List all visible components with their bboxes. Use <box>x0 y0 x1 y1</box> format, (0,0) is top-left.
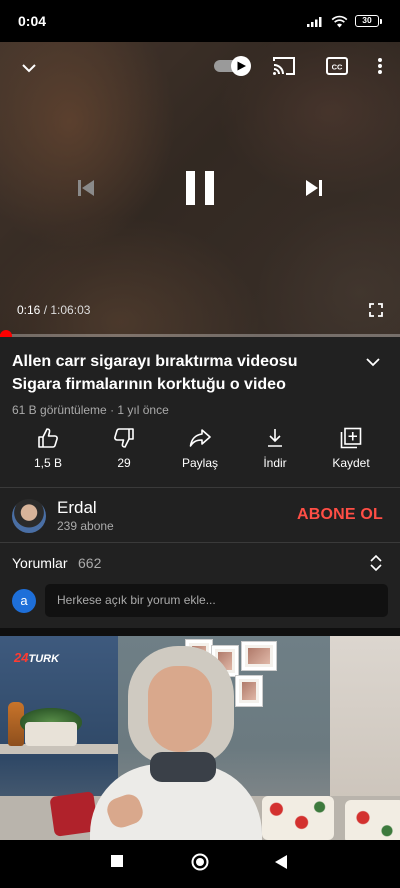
video-info-panel: Allen carr sigarayı bıraktırma videosu S… <box>0 337 400 487</box>
time-separator: / <box>40 303 51 317</box>
system-nav-bar <box>0 840 400 888</box>
next-icon[interactable] <box>300 174 328 202</box>
captions-icon[interactable]: CC <box>325 54 349 78</box>
user-avatar: a <box>12 589 36 613</box>
upload-age: 1 yıl önce <box>117 403 169 417</box>
thumbs-up-icon <box>38 428 58 448</box>
video-title[interactable]: Allen carr sigarayı bıraktırma videosu S… <box>12 350 347 396</box>
like-button[interactable]: 1,5 B <box>8 427 88 470</box>
subscribe-button[interactable]: ABONE OL <box>297 506 383 524</box>
view-count: 61 B görüntüleme <box>12 403 107 417</box>
download-icon <box>268 429 282 447</box>
current-time: 0:16 <box>17 303 41 317</box>
previous-icon <box>72 174 100 202</box>
minimize-chevron-icon[interactable] <box>16 55 42 81</box>
expand-description-icon[interactable] <box>365 354 381 375</box>
channel-avatar[interactable] <box>12 499 46 533</box>
expand-comments-icon[interactable] <box>369 554 383 577</box>
wifi-icon <box>331 15 348 27</box>
home-icon[interactable] <box>191 853 209 876</box>
autoplay-toggle[interactable] <box>213 54 253 78</box>
save-playlist-icon <box>340 427 362 449</box>
time-readout: 0:16 / 1:06:03 <box>17 303 90 317</box>
dislike-button[interactable]: 29 <box>84 427 164 470</box>
duration: 1:06:03 <box>50 303 91 317</box>
video-player[interactable]: CC 0:16 / 1:06:03 <box>0 42 400 337</box>
battery-icon: 30 <box>355 15 382 27</box>
comments-label: Yorumlar <box>12 555 68 571</box>
fullscreen-icon[interactable] <box>366 300 386 320</box>
pause-icon[interactable] <box>180 166 220 210</box>
recents-icon[interactable] <box>110 854 124 873</box>
status-icons: 30 <box>307 15 382 28</box>
thumbs-down-icon <box>114 428 134 448</box>
battery-level: 30 <box>355 15 379 27</box>
save-button[interactable]: Kaydet <box>311 427 391 470</box>
signal-icon <box>307 17 322 27</box>
share-icon <box>189 429 211 447</box>
status-bar: 0:04 30 <box>0 0 400 42</box>
share-button[interactable]: Paylaş <box>160 427 240 470</box>
subscriber-count: 239 abone <box>57 519 114 533</box>
svg-text:CC: CC <box>332 63 343 72</box>
channel-name[interactable]: Erdal <box>57 498 97 518</box>
comments-section[interactable]: Yorumlar 662 a Herkese açık bir yorum ek… <box>0 543 400 628</box>
comments-count: 662 <box>78 555 102 571</box>
next-video-thumbnail[interactable]: 24TURK <box>0 636 400 840</box>
channel-row[interactable]: Erdal 239 abone ABONE OL <box>0 488 400 542</box>
more-options-icon[interactable] <box>370 54 390 78</box>
status-time: 0:04 <box>18 13 47 29</box>
video-meta: 61 B görüntüleme · 1 yıl önce <box>12 403 169 417</box>
back-icon[interactable] <box>274 854 288 875</box>
action-row: 1,5 B 29 Paylaş İndir Kaydet <box>0 427 400 477</box>
download-button[interactable]: İndir <box>235 427 315 470</box>
channel-logo: 24TURK <box>14 650 60 665</box>
comment-input[interactable]: Herkese açık bir yorum ekle... <box>45 584 388 617</box>
cast-icon[interactable] <box>271 54 297 78</box>
